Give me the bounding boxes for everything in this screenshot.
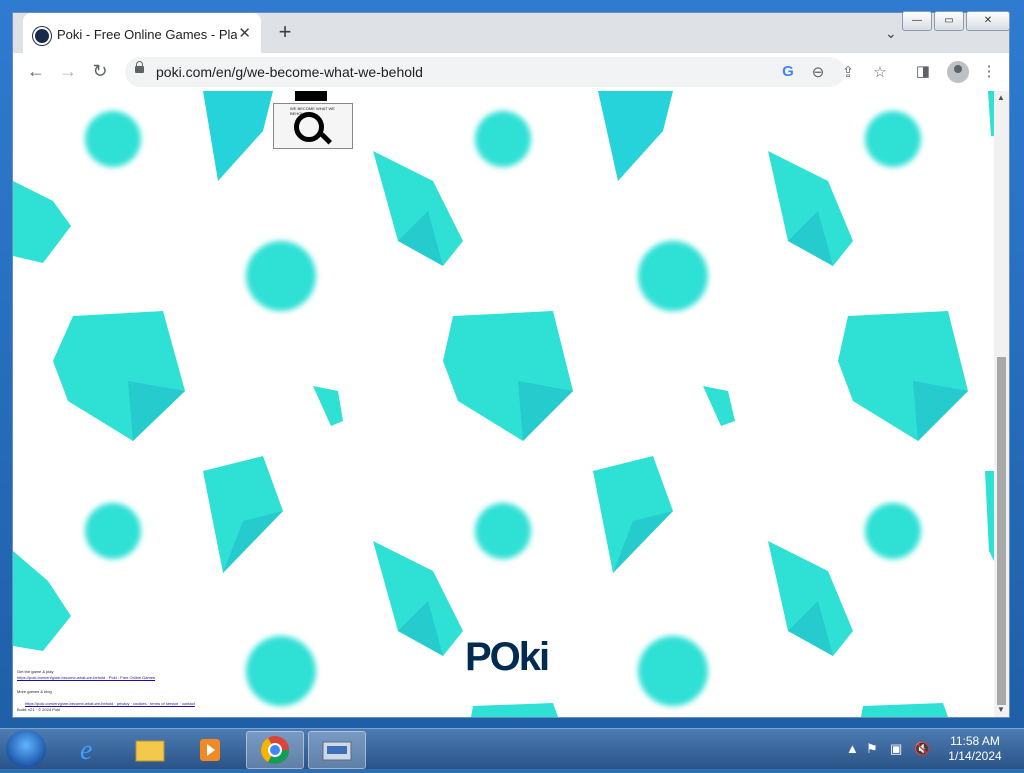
blurred-gem [638, 636, 708, 706]
side-panel-icon[interactable]: ◨ [913, 62, 933, 80]
close-window-button[interactable]: ✕ [966, 11, 1010, 31]
footer-link-2[interactable]: https://poki.com/en/g/we-become-what-we-… [25, 701, 195, 706]
lock-icon [135, 61, 144, 73]
tab-title: Poki - Free Online Games - Play F [57, 27, 237, 42]
back-arrow-icon[interactable]: ← [25, 61, 47, 82]
taskbar-media-player-icon[interactable] [182, 731, 238, 767]
windows-taskbar: e ▲ ⚑ ▣ 🔇 11:58 AM 1/14/2024 [0, 728, 1024, 769]
blurred-gem [475, 111, 531, 167]
vertical-scrollbar[interactable]: ▲ ▼ [994, 91, 1009, 717]
system-clock[interactable]: 11:58 AM 1/14/2024 [934, 734, 1016, 764]
url-text: poki.com/en/g/we-become-what-we-behold [156, 64, 423, 80]
taskbar-chrome-icon[interactable] [246, 731, 304, 769]
poki-favicon-icon [33, 27, 51, 45]
volume-muted-icon[interactable]: 🔇 [914, 741, 930, 757]
bookmark-star-icon[interactable]: ☆ [871, 63, 889, 81]
gem-shape [13, 551, 71, 651]
action-center-flag-icon[interactable]: ⚑ [866, 741, 878, 757]
gem-shape [53, 311, 185, 441]
chrome-window: Poki - Free Online Games - Play F ✕ + ⌄ … [12, 11, 1010, 718]
gem-shape [703, 386, 735, 426]
gem-shape [985, 471, 994, 561]
blurred-gem [865, 111, 921, 167]
blurred-gem [85, 111, 141, 167]
game-search-tile[interactable]: WE BECOME WHAT WE BEHOLD [273, 103, 353, 149]
svg-text:e: e [80, 735, 92, 766]
gem-shape [203, 91, 273, 181]
zoom-icon[interactable]: ⊖ [809, 63, 827, 81]
share-icon[interactable]: ⇪ [839, 63, 857, 81]
gem-facet [128, 381, 185, 441]
scrollbar-thumb[interactable] [997, 357, 1006, 705]
taskbar-file-explorer-icon[interactable] [122, 731, 178, 767]
footer-link-1[interactable]: https://poki.com/en/g/we-become-what-we-… [17, 675, 155, 680]
tab-search-chevron-down-icon[interactable]: ⌄ [885, 25, 897, 42]
new-tab-button[interactable]: + [273, 21, 297, 45]
profile-avatar-icon[interactable] [947, 61, 969, 83]
start-button[interactable] [6, 730, 46, 768]
reload-icon[interactable]: ↻ [89, 61, 111, 82]
footer-line-1: Get the game & play [17, 669, 54, 674]
blurred-gem [246, 636, 316, 706]
search-icon-handle [319, 132, 333, 145]
web-page: WE BECOME WHAT WE BEHOLD POki Get the ga… [13, 91, 994, 717]
gem-shape [838, 311, 968, 441]
browser-tab[interactable]: Poki - Free Online Games - Play F ✕ [23, 13, 261, 53]
blurred-gem [475, 503, 531, 559]
google-icon[interactable]: G [779, 63, 797, 80]
tab-close-icon[interactable]: ✕ [238, 24, 251, 42]
clock-time: 11:58 AM [950, 734, 1000, 748]
gem-shape [471, 703, 558, 717]
scroll-up-icon[interactable]: ▲ [997, 93, 1005, 102]
blurred-gem [85, 503, 141, 559]
gem-shape [443, 311, 573, 441]
maximize-button[interactable]: ▭ [934, 11, 964, 31]
gem-facet [518, 381, 573, 441]
search-icon [294, 112, 324, 142]
footer-line-3: Build: v21 · © 2024 Poki [17, 707, 60, 712]
forward-arrow-icon[interactable]: → [57, 61, 79, 82]
browser-toolbar: ← → ↻ poki.com/en/g/we-become-what-we-be… [13, 53, 1009, 92]
game-tile-top [295, 91, 327, 101]
menu-kebab-icon[interactable]: ⋮ [979, 62, 999, 80]
clock-date: 1/14/2024 [948, 749, 1002, 763]
show-hidden-icons-icon[interactable]: ▲ [846, 741, 859, 756]
scroll-down-icon[interactable]: ▼ [997, 705, 1005, 714]
blurred-gem [865, 503, 921, 559]
footer-line-2: More games & blog [17, 689, 52, 694]
minimize-button[interactable]: — [902, 11, 932, 31]
taskbar-internet-explorer-icon[interactable]: e [64, 731, 120, 767]
gem-shape [861, 703, 948, 717]
gem-shape [313, 386, 343, 426]
network-icon[interactable]: ▣ [890, 741, 902, 757]
taskbar-keyboard-icon[interactable] [308, 731, 366, 769]
windows-desktop: Poki - Free Online Games - Play F ✕ + ⌄ … [0, 0, 1024, 728]
gem-shape [13, 181, 71, 263]
poki-logo[interactable]: POki [465, 635, 550, 680]
address-bar[interactable]: poki.com/en/g/we-become-what-we-behold G… [125, 57, 887, 87]
gem-facet [913, 381, 968, 441]
gem-shape [598, 91, 673, 181]
gem-pattern-background [13, 91, 994, 717]
blurred-gem [246, 241, 316, 311]
window-controls: — ▭ ✕ [900, 11, 1010, 31]
blurred-gem [638, 241, 708, 311]
